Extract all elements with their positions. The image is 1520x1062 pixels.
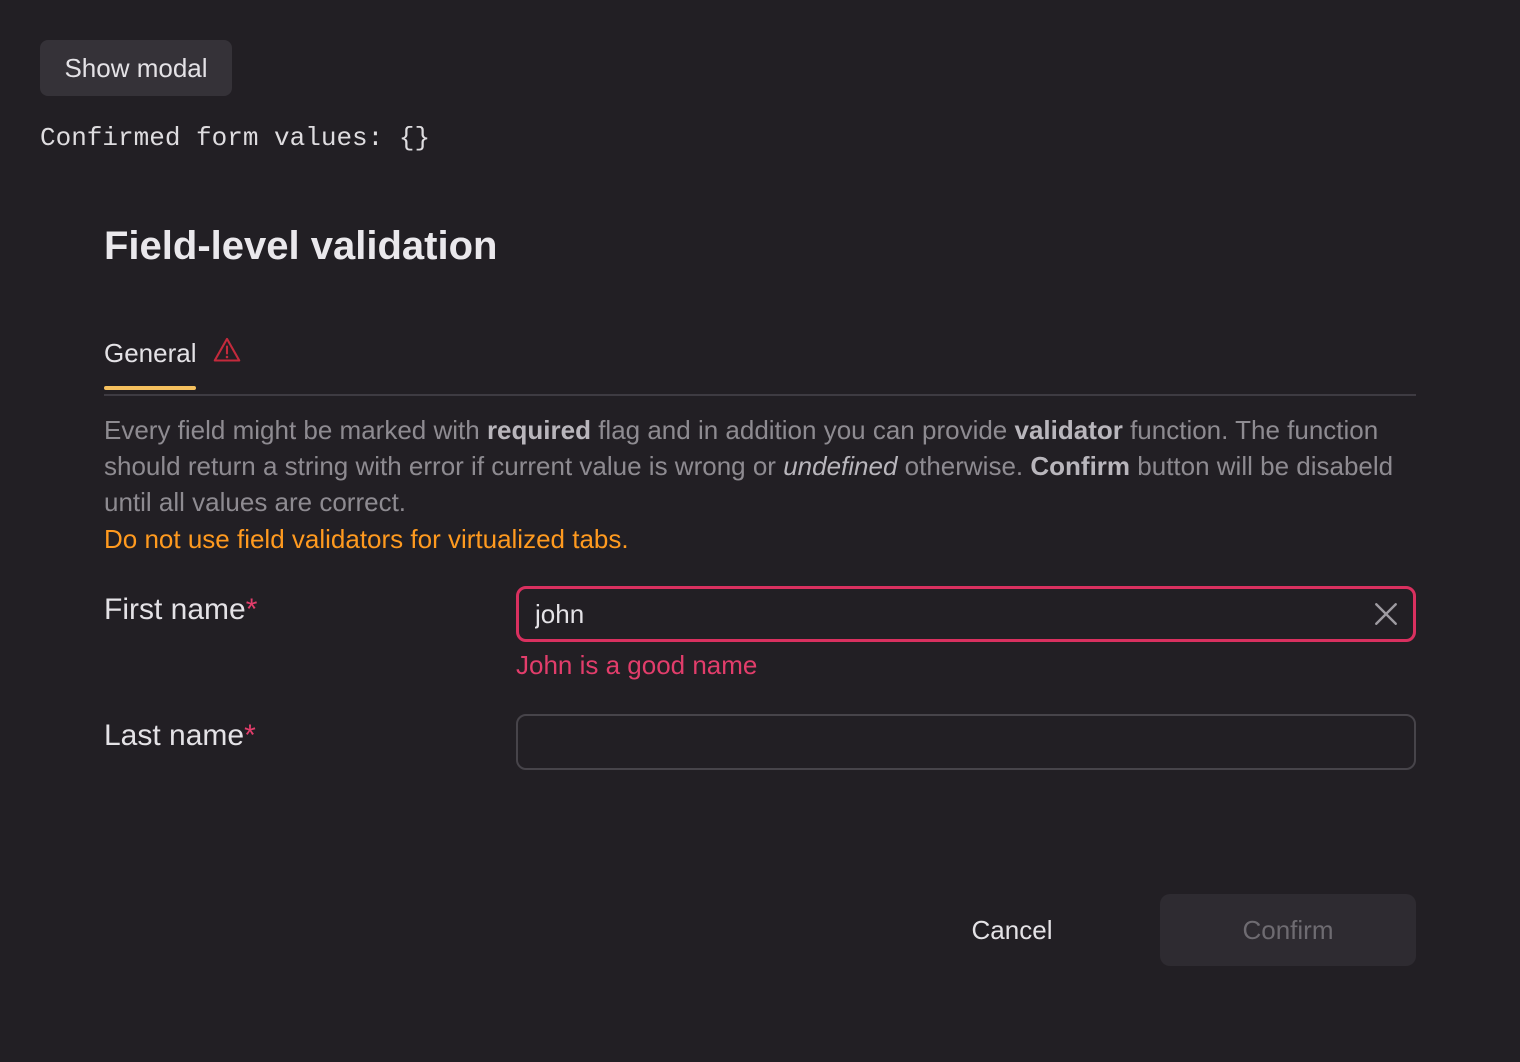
cancel-button[interactable]: Cancel [912, 894, 1112, 966]
first-name-label: First name* [104, 593, 258, 626]
last-name-input[interactable] [534, 716, 1354, 768]
show-modal-button[interactable]: Show modal [40, 40, 232, 96]
first-name-input-wrapper [516, 586, 1416, 642]
confirm-button[interactable]: Confirm [1160, 894, 1416, 966]
tab-general-label: General [104, 330, 197, 390]
last-name-input-wrapper [516, 714, 1416, 770]
tab-bar: General [104, 330, 1416, 396]
close-icon[interactable] [1373, 601, 1399, 627]
warning-note: Do not use field validators for virtuali… [104, 524, 629, 554]
modal-title: Field-level validation [104, 224, 498, 268]
required-asterisk: * [244, 719, 256, 752]
description-text: Every field might be marked with require… [104, 415, 1394, 517]
confirmed-values-text: Confirmed form values: {} [40, 123, 431, 153]
last-name-label: Last name* [104, 719, 256, 752]
tab-general[interactable]: General [104, 330, 241, 394]
warning-triangle-icon [213, 337, 240, 362]
first-name-input[interactable] [535, 589, 1355, 639]
active-tab-indicator [104, 386, 196, 390]
required-asterisk: * [245, 593, 258, 626]
first-name-error: John is a good name [516, 650, 758, 680]
